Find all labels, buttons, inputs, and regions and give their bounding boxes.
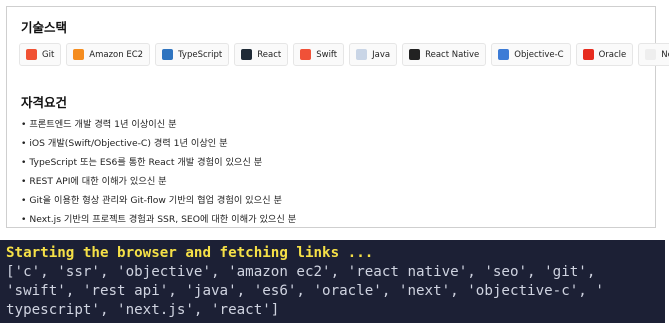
- nextjs-icon: [645, 49, 657, 60]
- react-native-icon: [409, 49, 421, 60]
- requirement-item: iOS 개발(Swift/Objective-C) 경력 1년 이상인 분: [21, 134, 296, 153]
- skill-tag-label: Swift: [316, 49, 338, 60]
- skill-tag[interactable]: Git: [19, 43, 62, 66]
- requirement-item: Next.js 기반의 프로젝트 경험과 SSR, SEO에 대한 이해가 있으…: [21, 210, 296, 229]
- git-icon: [26, 49, 37, 60]
- terminal-line: typescript', 'next.js', 'react']: [6, 302, 280, 318]
- java-icon: [356, 49, 368, 60]
- terminal-line: 'swift', 'rest api', 'java', 'es6', 'ora…: [6, 283, 604, 299]
- objective-c-icon: [498, 49, 510, 60]
- requirement-item: REST API에 대한 이해가 있으신 분: [21, 172, 296, 191]
- skill-tag-label: TypeScript: [178, 49, 223, 60]
- terminal-output: Starting the browser and fetching links …: [0, 240, 665, 323]
- terminal-header-line: Starting the browser and fetching links …: [6, 245, 374, 261]
- requirements-list: 프론트엔드 개발 경력 1년 이상이신 분iOS 개발(Swift/Object…: [21, 115, 296, 229]
- skill-tag[interactable]: Oracle: [575, 43, 634, 66]
- terminal-line: ['c', 'ssr', 'objective', 'amazon ec2', …: [6, 264, 596, 280]
- terminal-lines: ['c', 'ssr', 'objective', 'amazon ec2', …: [6, 263, 659, 320]
- requirement-item: TypeScript 또는 ES6를 통한 React 개발 경험이 있으신 분: [21, 153, 296, 172]
- typescript-icon: [162, 49, 174, 60]
- skill-tag-label: Git: [42, 49, 55, 60]
- skill-tag-label: React: [257, 49, 282, 60]
- skill-tag[interactable]: TypeScript: [155, 43, 230, 66]
- oracle-icon: [582, 49, 594, 60]
- skill-tag[interactable]: React: [234, 43, 289, 66]
- skill-tag-label: Oracle: [598, 49, 627, 60]
- skill-tag-label: Next.js: [661, 49, 669, 60]
- skill-tag[interactable]: Objective-C: [491, 43, 571, 66]
- skill-tag[interactable]: Swift: [293, 43, 345, 66]
- requirement-item: Git을 이용한 형상 관리와 Git-flow 기반의 협업 경험이 있으신 …: [21, 191, 296, 210]
- skill-tag-label: Objective-C: [514, 49, 564, 60]
- skill-tag[interactable]: Java: [349, 43, 398, 66]
- skill-tag-label: React Native: [425, 49, 480, 60]
- swift-icon: [300, 49, 312, 60]
- skill-tag-list: Git Amazon EC2 TypeScript React Swift Java Rea…: [19, 43, 669, 66]
- skill-tag[interactable]: Amazon EC2: [66, 43, 151, 66]
- requirement-item: 프론트엔드 개발 경력 1년 이상이신 분: [21, 115, 296, 134]
- job-posting-card: 기술스택 Git Amazon EC2 TypeScript React Swift Ja…: [6, 6, 669, 229]
- skill-tag[interactable]: Next.js: [638, 43, 669, 66]
- skill-tag-label: Amazon EC2: [89, 49, 144, 60]
- requirements-section-title: 자격요건: [21, 95, 68, 110]
- skills-section-title: 기술스택: [21, 20, 68, 35]
- skill-tag-label: Java: [372, 49, 391, 60]
- aws-icon: [73, 49, 85, 60]
- skill-tag[interactable]: React Native: [402, 43, 487, 66]
- react-icon: [241, 49, 253, 60]
